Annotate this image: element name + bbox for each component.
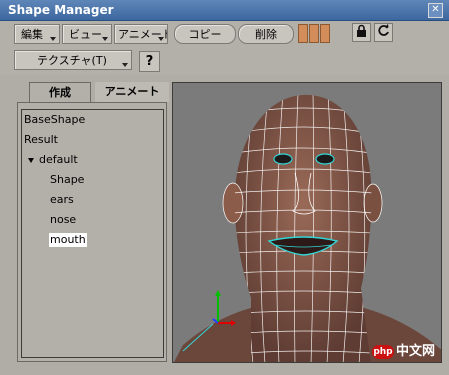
help-button[interactable]: ? [139,51,160,72]
dropdown-arrow-icon [158,37,164,41]
php-logo: php [371,344,394,359]
watermark-text: 中文网 [395,344,435,359]
close-icon: ✕ [431,4,440,15]
tab-animate[interactable]: アニメート [95,82,169,102]
tree-item-result[interactable]: Result [24,133,58,147]
tree-item-default-label: default [39,153,78,166]
title-bar: Shape Manager ✕ [0,0,449,21]
shape-tree: BaseShape Result default Shape ears nose… [21,109,164,358]
texture-menu-button[interactable]: テクスチャ(T) [14,50,132,70]
tree-item-ears[interactable]: ears [50,193,74,207]
watermark: php 中文网 [371,340,435,359]
copy-label: コピー [188,28,222,41]
tree-item-nose[interactable]: nose [50,213,76,227]
toolbar: 編集 ビュー アニメート コピー 削除 テクスチャ(T) [0,21,449,75]
copy-button[interactable]: コピー [174,24,236,44]
slot-indicator-1[interactable] [298,24,308,43]
tree-item-mouth[interactable]: mouth [49,233,87,247]
window-title: Shape Manager [8,3,114,17]
dropdown-arrow-icon [122,63,128,67]
slot-indicator-3[interactable] [320,24,330,43]
delete-label: 削除 [255,28,277,41]
texture-menu-label: テクスチャ(T) [37,54,107,67]
tab-create[interactable]: 作成 [29,82,91,102]
edit-menu-label: 編集 [21,28,43,41]
expand-triangle-icon[interactable] [28,157,34,163]
tree-item-shape[interactable]: Shape [50,173,84,187]
help-icon: ? [145,54,154,69]
lock-icon [357,24,366,37]
tab-animate-label: アニメート [104,85,160,98]
shape-panel: BaseShape Result default Shape ears nose… [17,102,167,362]
edit-menu-button[interactable]: 編集 [14,24,60,44]
refresh-button[interactable] [374,23,393,42]
refresh-icon [378,24,389,36]
view-menu-button[interactable]: ビュー [62,24,112,44]
lock-button[interactable] [352,23,371,42]
3d-viewport[interactable]: php 中文网 [172,82,442,363]
head-wireframe-model [174,94,441,362]
animate-menu-button[interactable]: アニメート [114,24,168,44]
tab-create-label: 作成 [49,86,71,99]
tree-item-default[interactable]: default [28,153,78,167]
slot-indicator-2[interactable] [309,24,319,43]
delete-button[interactable]: 削除 [238,24,294,44]
view-menu-label: ビュー [69,28,102,41]
close-button[interactable]: ✕ [428,3,443,18]
tree-item-baseshape[interactable]: BaseShape [24,113,85,127]
dropdown-arrow-icon [102,37,108,41]
dropdown-arrow-icon [50,37,56,41]
